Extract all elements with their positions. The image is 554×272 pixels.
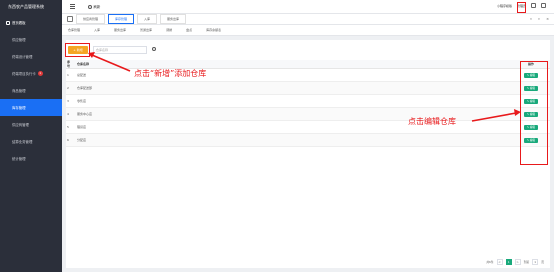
sidebar: 东西农产品管理系统 首页看板 供应管理 终端设计管理 终端项目执行卡 1 商品管… <box>0 0 62 272</box>
tabs-next-icon[interactable]: » <box>538 17 540 21</box>
sidebar-item-inventory[interactable]: 库存管理 <box>0 99 62 116</box>
sidebar-item-terminal-exec[interactable]: 终端项目执行卡 1 <box>0 65 62 82</box>
sidebar-item-label: 终端项目执行卡 <box>12 72 36 76</box>
next-page-button[interactable]: > <box>514 259 521 265</box>
sub-tabs: 仓库管理 入库 服务出库 普通出库 调拨 盘点 库存余额表 <box>62 25 554 36</box>
sidebar-item-settlement[interactable]: 结算业务管理 <box>0 133 62 150</box>
sidebar-item-label: 供应管理 <box>12 38 26 42</box>
row-name: 零售店 <box>77 99 87 103</box>
table-row: 5 理货店 ✎ 编辑 <box>66 121 550 134</box>
sidebar-item-terminal-design[interactable]: 终端设计管理 <box>0 48 62 65</box>
refresh-button[interactable]: 刷新 <box>88 4 100 9</box>
pagination-total: 共6条 <box>486 260 494 264</box>
annotation-add: 点击“新增”添加仓库 <box>134 69 207 78</box>
sidebar-item-products[interactable]: 商品管理 <box>0 82 62 99</box>
subtab-service-outbound[interactable]: 服务出库 <box>114 28 126 32</box>
table-row: 3 零售店 ✎ 编辑 <box>66 95 550 108</box>
sidebar-item-suppliers[interactable]: 供应商管理 <box>0 116 62 133</box>
highlight-box <box>517 2 526 13</box>
page-1-button[interactable]: 1 <box>505 259 512 265</box>
row-name: 仓库配送部 <box>77 86 93 90</box>
tab-supplier[interactable]: 供应商管理 <box>76 14 106 24</box>
warehouse-search-input[interactable]: 仓库名称 <box>93 46 147 54</box>
menu-toggle-icon[interactable] <box>70 4 75 9</box>
subtab-inbound[interactable]: 入库 <box>94 28 100 32</box>
goto-label: 到第 <box>523 260 530 264</box>
highlight-box <box>520 61 548 165</box>
sidebar-item-supply[interactable]: 供应管理 <box>0 31 62 48</box>
sidebar-item-label: 供应商管理 <box>12 123 29 127</box>
subtab-normal-outbound[interactable]: 普通出库 <box>140 28 152 32</box>
sidebar-item-statistics[interactable]: 统计管理 <box>0 150 62 167</box>
sidebar-item-label: 统计管理 <box>12 157 26 161</box>
home-tab-icon[interactable] <box>67 16 73 22</box>
subtab-transfer[interactable]: 调拨 <box>166 28 172 32</box>
tab-inventory[interactable]: 库存管理 <box>108 14 135 24</box>
fullscreen-icon[interactable] <box>541 3 546 8</box>
subtab-balance[interactable]: 库存余额表 <box>206 28 221 32</box>
tabs-close-icon[interactable]: × <box>546 17 549 21</box>
miniprogram-link[interactable]: 小程序模版 <box>497 4 512 8</box>
search-icon[interactable] <box>152 47 156 51</box>
annotation-edit: 点击编辑仓库 <box>408 117 456 126</box>
table-row: 6 分配店 ✎ 编辑 <box>66 134 550 147</box>
sidebar-item-label: 商品管理 <box>12 89 26 93</box>
refresh-icon <box>88 4 92 9</box>
page-unit-label: 页 <box>541 260 544 264</box>
subtab-stocktake[interactable]: 盘点 <box>186 28 192 32</box>
prev-page-button[interactable]: < <box>496 259 503 265</box>
page-number-input[interactable]: 1 <box>532 259 539 265</box>
sidebar-item-label: 结算业务管理 <box>12 140 33 144</box>
sidebar-item-label: 首页看板 <box>12 21 26 25</box>
notification-icon[interactable] <box>531 3 536 8</box>
notification-badge: 1 <box>37 71 43 76</box>
top-bar: 刷新 小程序模版 管理员 <box>62 0 554 14</box>
column-header-name: 仓库名称 <box>77 62 90 66</box>
app-title: 东西农产品管理系统 <box>8 4 44 9</box>
page-tabs: 供应商管理 库存管理 入库 服务出库 « » × <box>62 14 554 25</box>
highlight-box <box>65 43 90 57</box>
subtab-warehouse[interactable]: 仓库管理 <box>68 28 80 32</box>
row-name: 分配店 <box>77 138 87 142</box>
tabs-prev-icon[interactable]: « <box>530 17 532 21</box>
home-icon <box>6 20 10 25</box>
sidebar-item-label: 库存管理 <box>12 106 26 110</box>
tab-service-outbound[interactable]: 服务出库 <box>160 14 187 24</box>
table-row: 2 仓库配送部 ✎ 编辑 <box>66 82 550 95</box>
sidebar-item-dashboard[interactable]: 首页看板 <box>0 14 62 31</box>
sidebar-item-label: 终端设计管理 <box>12 55 33 59</box>
table-row: 4 服务中心店 ✎ 编辑 <box>66 108 550 121</box>
refresh-label: 刷新 <box>93 5 101 9</box>
tab-inbound[interactable]: 入库 <box>137 14 158 24</box>
pagination: 共6条 < 1 > 到第 1 页 <box>483 259 544 265</box>
